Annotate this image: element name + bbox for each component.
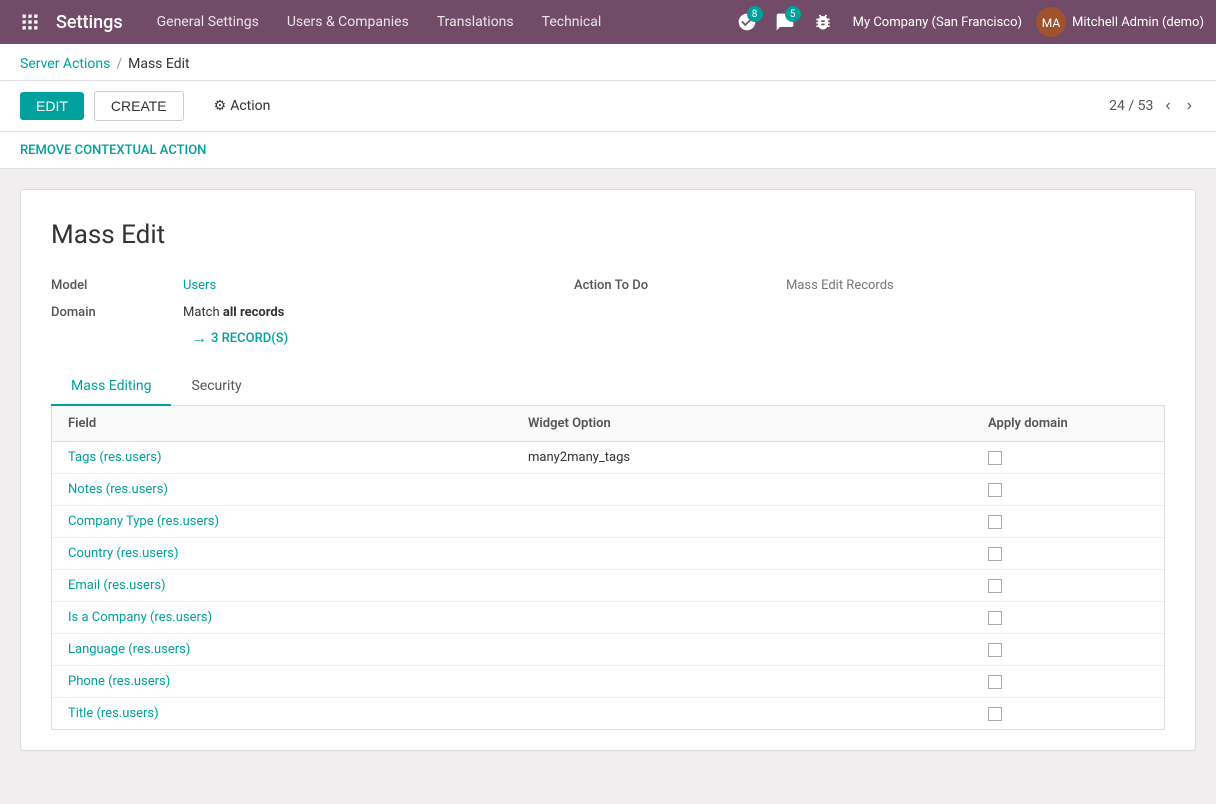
breadcrumb-parent[interactable]: Server Actions	[20, 56, 110, 72]
breadcrumb: Server Actions / Mass Edit	[20, 44, 1196, 80]
field-email[interactable]: Email (res.users)	[68, 578, 528, 593]
pagination-prev[interactable]: ‹	[1161, 93, 1174, 119]
nav-technical[interactable]: Technical	[528, 0, 616, 44]
model-value[interactable]: Users	[183, 274, 562, 293]
table-row: Tags (res.users) many2many_tags	[52, 442, 1164, 474]
breadcrumb-current: Mass Edit	[128, 56, 189, 72]
arrow-icon: →	[191, 328, 207, 348]
pagination-next[interactable]: ›	[1183, 93, 1196, 119]
field-language[interactable]: Language (res.users)	[68, 642, 528, 657]
apply-domain-email[interactable]	[988, 579, 1148, 593]
checkbox-language[interactable]	[988, 643, 1002, 657]
domain-text: Match all records	[183, 301, 562, 320]
apply-domain-is-company[interactable]	[988, 611, 1148, 625]
tab-security[interactable]: Security	[171, 368, 261, 406]
nav-general-settings[interactable]: General Settings	[143, 0, 273, 44]
checkbox-company-type[interactable]	[988, 515, 1002, 529]
field-is-company[interactable]: Is a Company (res.users)	[68, 610, 528, 625]
messages-icon-button[interactable]: 5	[769, 6, 801, 38]
app-brand: Settings	[48, 12, 123, 33]
domain-label: Domain	[51, 301, 171, 320]
checkbox-email[interactable]	[988, 579, 1002, 593]
nav-translations[interactable]: Translations	[423, 0, 528, 44]
action-label: Action	[230, 98, 270, 114]
checkbox-title[interactable]	[988, 707, 1002, 721]
widget-tags: many2many_tags	[528, 450, 988, 465]
apply-domain-tags[interactable]	[988, 451, 1148, 465]
topnav-right: 8 5 My Company (San Francisco) MA Mitche…	[731, 6, 1204, 38]
tab-content-mass-editing: Field Widget Option Apply domain Tags (r…	[51, 406, 1165, 730]
table-row: Is a Company (res.users)	[52, 602, 1164, 634]
contextual-action-bar: REMOVE CONTEXTUAL ACTION	[0, 132, 1216, 169]
checkbox-country[interactable]	[988, 547, 1002, 561]
action-menu-button[interactable]: Action	[214, 98, 271, 114]
bug-icon-button[interactable]	[807, 6, 839, 38]
nav-users-companies[interactable]: Users & Companies	[273, 0, 423, 44]
table-row: Language (res.users)	[52, 634, 1164, 666]
svg-text:MA: MA	[1042, 16, 1061, 30]
apply-domain-phone[interactable]	[988, 675, 1148, 689]
avatar: MA	[1036, 7, 1066, 37]
messages-badge: 5	[785, 6, 801, 22]
remove-contextual-action-link[interactable]: REMOVE CONTEXTUAL ACTION	[20, 143, 206, 158]
username: Mitchell Admin (demo)	[1072, 15, 1204, 30]
table-row: Notes (res.users)	[52, 474, 1164, 506]
subheader: Server Actions / Mass Edit	[0, 44, 1216, 81]
updates-badge: 8	[747, 6, 763, 22]
apply-domain-notes[interactable]	[988, 483, 1148, 497]
apply-domain-company-type[interactable]	[988, 515, 1148, 529]
col-header-apply-domain: Apply domain	[988, 416, 1148, 431]
field-phone[interactable]: Phone (res.users)	[68, 674, 528, 689]
breadcrumb-separator: /	[116, 56, 122, 72]
field-company-type[interactable]: Company Type (res.users)	[68, 514, 528, 529]
edit-button[interactable]: EDIT	[20, 92, 84, 120]
nav-links: General Settings Users & Companies Trans…	[143, 0, 731, 44]
top-navigation: Settings General Settings Users & Compan…	[0, 0, 1216, 44]
table-row: Phone (res.users)	[52, 666, 1164, 698]
pagination-text: 24 / 53	[1109, 98, 1153, 114]
field-title[interactable]: Title (res.users)	[68, 706, 528, 721]
field-tags[interactable]: Tags (res.users)	[68, 450, 528, 465]
form-card: Mass Edit Model Users Action To Do Mass …	[20, 189, 1196, 751]
col-header-field: Field	[68, 416, 528, 431]
gear-icon	[214, 98, 227, 114]
updates-icon-button[interactable]: 8	[731, 6, 763, 38]
table-row: Email (res.users)	[52, 570, 1164, 602]
checkbox-is-company[interactable]	[988, 611, 1002, 625]
table-row: Country (res.users)	[52, 538, 1164, 570]
checkbox-tags[interactable]	[988, 451, 1002, 465]
form-title: Mass Edit	[51, 220, 1165, 250]
field-notes[interactable]: Notes (res.users)	[68, 482, 528, 497]
action-to-do-value: Mass Edit Records	[786, 274, 1165, 293]
company-name: My Company (San Francisco)	[845, 15, 1030, 30]
checkbox-notes[interactable]	[988, 483, 1002, 497]
checkbox-phone[interactable]	[988, 675, 1002, 689]
model-label: Model	[51, 274, 171, 293]
apps-menu-button[interactable]	[12, 12, 48, 32]
table-header: Field Widget Option Apply domain	[52, 406, 1164, 442]
domain-container: Match all records → 3 RECORD(S)	[183, 301, 562, 348]
tabs: Mass Editing Security	[51, 368, 1165, 406]
action-to-do-label: Action To Do	[574, 274, 774, 293]
form-fields: Model Users Action To Do Mass Edit Recor…	[51, 274, 1165, 348]
apply-domain-title[interactable]	[988, 707, 1148, 721]
apply-domain-language[interactable]	[988, 643, 1148, 657]
action-bar: EDIT CREATE Action 24 / 53 ‹ ›	[0, 81, 1216, 132]
main-content: Mass Edit Model Users Action To Do Mass …	[0, 169, 1216, 771]
tab-mass-editing[interactable]: Mass Editing	[51, 368, 171, 406]
apply-domain-country[interactable]	[988, 547, 1148, 561]
table-row: Company Type (res.users)	[52, 506, 1164, 538]
create-button[interactable]: CREATE	[94, 91, 184, 121]
pagination: 24 / 53 ‹ ›	[1109, 93, 1196, 119]
col-header-widget: Widget Option	[528, 416, 988, 431]
table-row: Title (res.users)	[52, 698, 1164, 729]
field-country[interactable]: Country (res.users)	[68, 546, 528, 561]
records-link[interactable]: → 3 RECORD(S)	[191, 328, 562, 348]
user-menu[interactable]: MA Mitchell Admin (demo)	[1036, 7, 1204, 37]
